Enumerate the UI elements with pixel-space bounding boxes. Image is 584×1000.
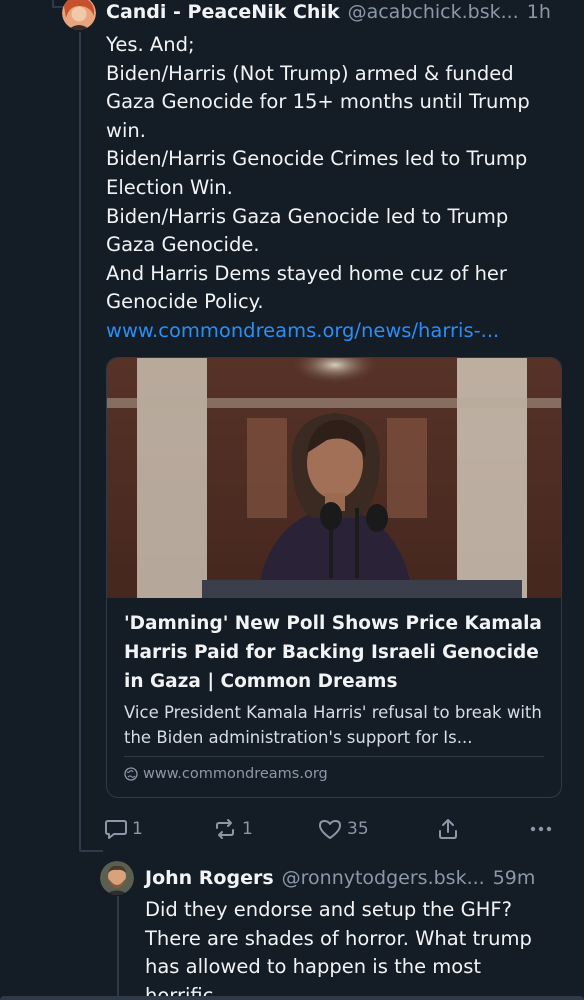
card-title: 'Damning' New Poll Shows Price Kamala Ha… [124,613,542,692]
handle[interactable]: @acabchick.bsk... [348,0,519,24]
more-options-button[interactable] [528,814,558,844]
avatar[interactable] [100,861,134,895]
post-link[interactable]: www.commondreams.org/news/harris-... [106,317,576,346]
repost-count: 1 [242,819,253,839]
reply-icon [105,820,127,839]
card-divider [124,756,544,757]
display-name[interactable]: Candi - PeaceNik Chik [106,0,340,24]
share-icon [439,819,457,839]
timestamp[interactable]: 59m [493,866,536,890]
more-icon [530,826,552,832]
like-count: 35 [347,819,369,839]
like-button[interactable]: 35 [317,814,369,844]
avatar[interactable] [62,0,96,30]
handle[interactable]: @ronnytodgers.bsk... [282,866,485,890]
post-header: Candi - PeaceNik Chik @acabchick.bsk... … [106,0,562,24]
card-description: Vice President Kamala Harris' refusal to… [124,703,542,747]
post-body: Yes. And; Biden/Harris (Not Trump) armed… [106,33,530,314]
bottom-composer-edge [0,996,584,1000]
timestamp[interactable]: 1h [527,0,551,24]
reply-button[interactable]: 1 [104,814,143,844]
globe-icon [124,767,138,781]
repost-button[interactable]: 1 [212,814,253,844]
share-button[interactable] [436,814,464,844]
repost-icon [216,819,234,839]
heart-icon [319,820,341,839]
post-body: Did they endorse and setup the GHF? Ther… [145,898,532,1000]
display-name[interactable]: John Rogers [145,866,274,890]
post-john-rogers[interactable]: John Rogers @ronnytodgers.bsk... 59m Did… [0,858,584,1000]
reply-count: 1 [132,819,143,839]
post-candi[interactable]: Candi - PeaceNik Chik @acabchick.bsk... … [0,0,584,850]
post-header: John Rogers @ronnytodgers.bsk... 59m [145,866,565,890]
link-preview-card[interactable]: 'Damning' New Poll Shows Price Kamala Ha… [106,357,562,798]
post-actions: 1 1 35 [104,814,564,844]
card-domain: www.commondreams.org [143,766,328,782]
thread-connector-post2 [79,850,103,852]
card-domain-row: www.commondreams.org [124,766,328,782]
card-image [107,358,561,598]
